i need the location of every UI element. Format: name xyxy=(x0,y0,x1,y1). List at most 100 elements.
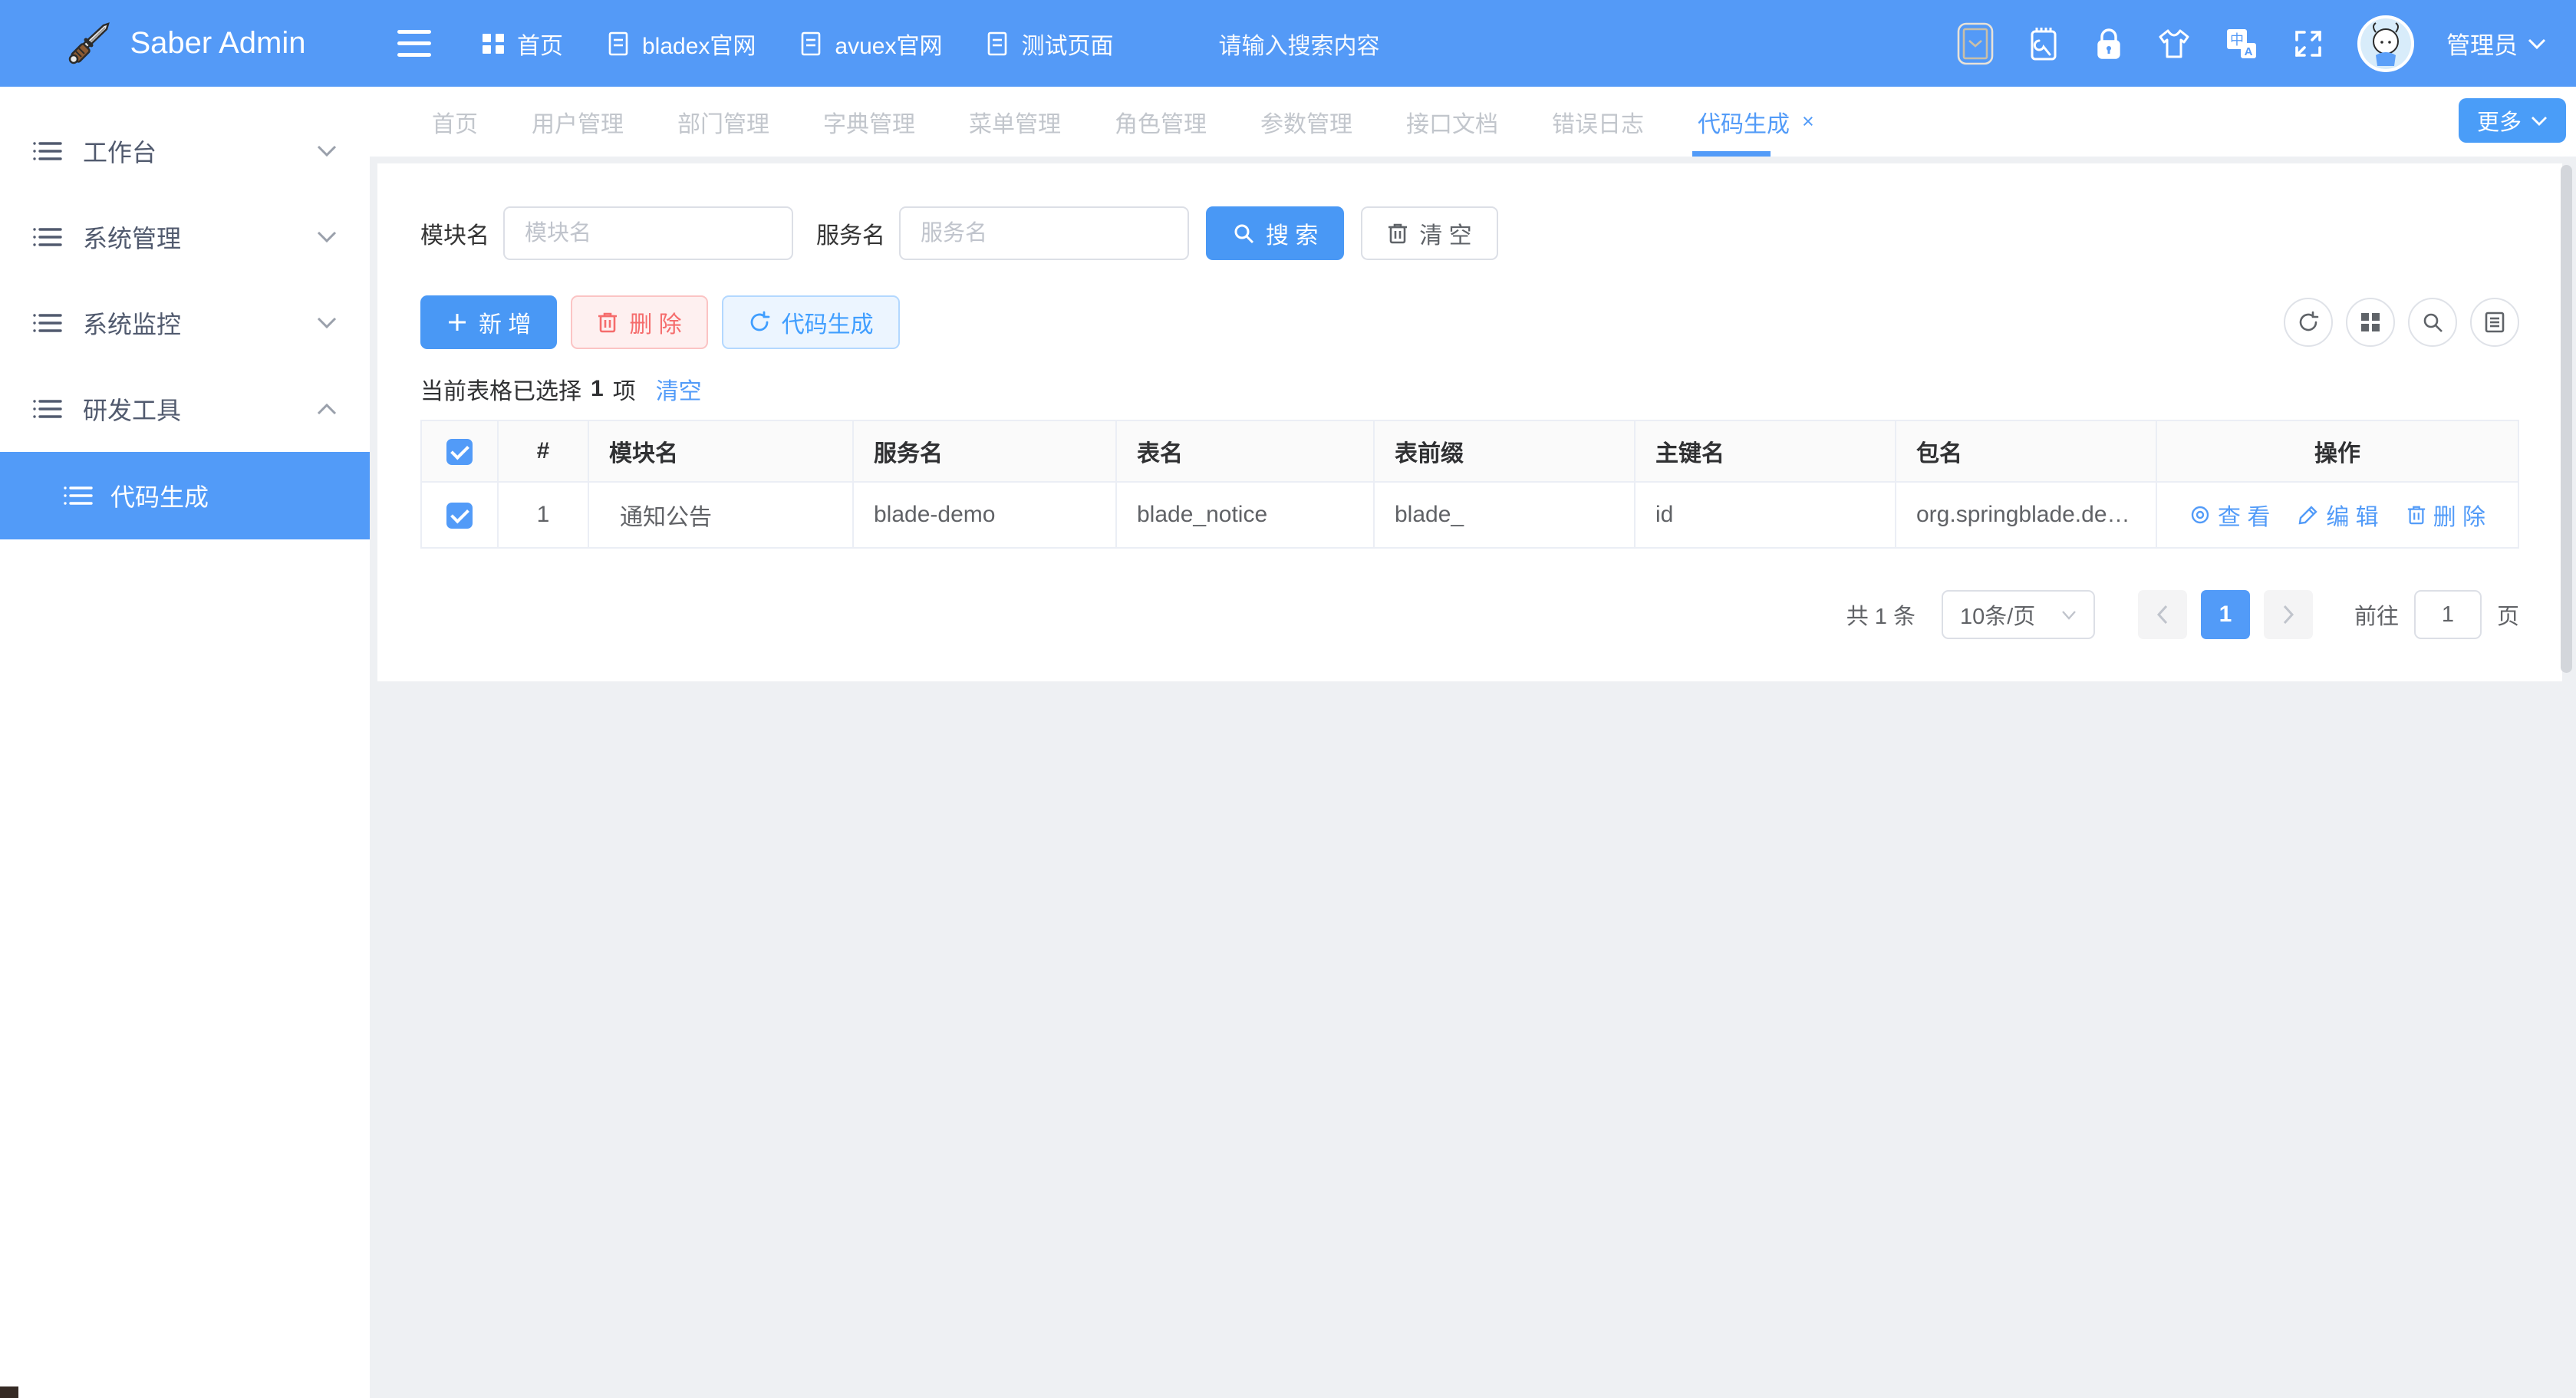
list-menu-icon xyxy=(32,137,63,165)
row-checkbox[interactable] xyxy=(446,503,473,529)
goto-page-input[interactable] xyxy=(2414,590,2482,639)
tabs-more-button[interactable]: 更多 xyxy=(2459,98,2566,143)
top-header: Saber Admin 首页 bladex官网 xyxy=(0,0,2576,87)
user-name: 管理员 xyxy=(2446,26,2518,61)
search-icon xyxy=(1232,222,1255,245)
tab-role-manage[interactable]: 角色管理 xyxy=(1088,87,1234,157)
tab-code-generation[interactable]: 代码生成 × xyxy=(1671,87,1841,157)
tab-close-icon[interactable]: × xyxy=(1802,110,1814,134)
sidebar-item-label: 系统管理 xyxy=(83,219,181,255)
tab-label: 菜单管理 xyxy=(969,105,1061,139)
vertical-scrollbar[interactable] xyxy=(2561,165,2572,673)
global-search-input[interactable]: 请输入搜索内容 xyxy=(1218,27,1379,61)
topnav-testpage[interactable]: 测试页面 xyxy=(963,0,1134,87)
chevron-down-icon xyxy=(316,316,338,330)
grid-icon xyxy=(2360,312,2381,333)
tab-dept-manage[interactable]: 部门管理 xyxy=(651,87,796,157)
select-all-checkbox[interactable] xyxy=(446,439,473,465)
tab-api-docs[interactable]: 接口文档 xyxy=(1379,87,1525,157)
content-area: 模块名 服务名 搜 索 清 空 新 增 xyxy=(370,157,2576,1398)
service-name-input[interactable] xyxy=(899,206,1189,260)
edit-link[interactable]: 编 辑 xyxy=(2298,498,2378,532)
clear-button-label: 清 空 xyxy=(1419,216,1471,250)
page-number-1[interactable]: 1 xyxy=(2201,590,2250,639)
tab-label: 用户管理 xyxy=(532,105,624,139)
search-icon xyxy=(2421,311,2444,334)
sidebar-collapse-icon[interactable] xyxy=(397,30,431,57)
lock-icon[interactable] xyxy=(2093,25,2124,62)
chevron-up-icon xyxy=(316,402,338,416)
search-button[interactable]: 搜 索 xyxy=(1206,206,1344,260)
clear-filters-button[interactable]: 清 空 xyxy=(1361,206,1497,260)
top-search-toggle-icon[interactable] xyxy=(1955,21,1995,67)
code-generate-button[interactable]: 代码生成 xyxy=(722,295,900,349)
sidebar-item-system-manage[interactable]: 系统管理 xyxy=(0,194,370,280)
delete-button-label: 删 除 xyxy=(629,305,681,339)
refresh-button[interactable] xyxy=(2284,298,2333,347)
language-translate-icon[interactable]: 中 A xyxy=(2224,26,2259,61)
cell-table: blade_notice xyxy=(1116,482,1374,548)
cell-index: 1 xyxy=(498,482,588,548)
grid-icon xyxy=(479,30,507,58)
col-table: 表名 xyxy=(1116,420,1374,482)
search-toggle-button[interactable] xyxy=(2408,298,2457,347)
topnav-avuex-label: avuex官网 xyxy=(835,27,942,61)
sidebar-item-workbench[interactable]: 工作台 xyxy=(0,108,370,194)
trash-icon xyxy=(597,311,618,334)
tab-dict-manage[interactable]: 字典管理 xyxy=(796,87,942,157)
edit-label: 编 辑 xyxy=(2326,498,2378,532)
fullscreen-icon[interactable] xyxy=(2291,27,2325,61)
topnav-avuex[interactable]: avuex官网 xyxy=(776,0,963,87)
delete-link[interactable]: 删 除 xyxy=(2406,498,2485,532)
table-header-row: # 模块名 服务名 表名 表前缀 主键名 包名 操作 xyxy=(421,420,2518,482)
sidebar: 工作台 系统管理 xyxy=(0,87,370,1398)
tab-label: 错误日志 xyxy=(1552,105,1644,139)
refresh-icon xyxy=(748,311,771,334)
topnav-home[interactable]: 首页 xyxy=(459,0,584,87)
codegen-button-label: 代码生成 xyxy=(782,305,874,339)
topnav-bladex-label: bladex官网 xyxy=(642,27,756,61)
list-menu-icon xyxy=(63,482,94,509)
module-name-input[interactable] xyxy=(503,206,793,260)
list-menu-icon xyxy=(32,395,63,423)
filter-form: 模块名 服务名 搜 索 清 空 xyxy=(420,206,2519,260)
theme-shirt-icon[interactable] xyxy=(2156,27,2192,61)
chevron-down-icon xyxy=(316,144,338,158)
tab-param-manage[interactable]: 参数管理 xyxy=(1234,87,1379,157)
table-row: 1 通知公告 blade-demo blade_notice blade_ id… xyxy=(421,482,2518,548)
tab-label: 接口文档 xyxy=(1406,105,1498,139)
grid-toolbar xyxy=(2284,298,2519,347)
tab-home[interactable]: 首页 xyxy=(405,87,505,157)
add-button[interactable]: 新 增 xyxy=(420,295,557,349)
delete-button[interactable]: 删 除 xyxy=(571,295,707,349)
pagination: 共 1 条 10条/页 1 前往 页 xyxy=(420,590,2519,639)
tab-error-log[interactable]: 错误日志 xyxy=(1525,87,1671,157)
add-button-label: 新 增 xyxy=(479,305,531,339)
sidebar-item-code-generation[interactable]: 代码生成 xyxy=(0,452,370,539)
user-menu[interactable]: 管理员 xyxy=(2446,26,2547,61)
debug-tool-icon[interactable] xyxy=(2028,25,2061,62)
density-menu-button[interactable] xyxy=(2470,298,2519,347)
codegen-card: 模块名 服务名 搜 索 清 空 新 增 xyxy=(377,163,2562,681)
page-size-select[interactable]: 10条/页 xyxy=(1942,590,2095,639)
tab-menu-manage[interactable]: 菜单管理 xyxy=(942,87,1088,157)
topnav-bladex[interactable]: bladex官网 xyxy=(584,0,776,87)
col-module: 模块名 xyxy=(588,420,853,482)
svg-text:A: A xyxy=(2245,45,2253,58)
view-link[interactable]: 查 看 xyxy=(2189,498,2270,532)
sidebar-item-dev-tools[interactable]: 研发工具 xyxy=(0,366,370,452)
view-icon xyxy=(2189,504,2211,526)
selection-clear-link[interactable]: 清空 xyxy=(656,372,702,406)
selection-prefix: 当前表格已选择 xyxy=(420,372,581,406)
chevron-left-icon xyxy=(2156,605,2169,625)
tab-user-manage[interactable]: 用户管理 xyxy=(505,87,651,157)
prev-page-button[interactable] xyxy=(2138,590,2187,639)
tab-label: 首页 xyxy=(432,105,478,139)
next-page-button[interactable] xyxy=(2264,590,2313,639)
column-settings-button[interactable] xyxy=(2346,298,2395,347)
chevron-down-icon xyxy=(2061,610,2077,620)
user-avatar[interactable] xyxy=(2357,15,2414,72)
goto-label: 前往 xyxy=(2354,598,2399,631)
trash-icon xyxy=(2406,504,2426,526)
sidebar-item-system-monitor[interactable]: 系统监控 xyxy=(0,280,370,366)
